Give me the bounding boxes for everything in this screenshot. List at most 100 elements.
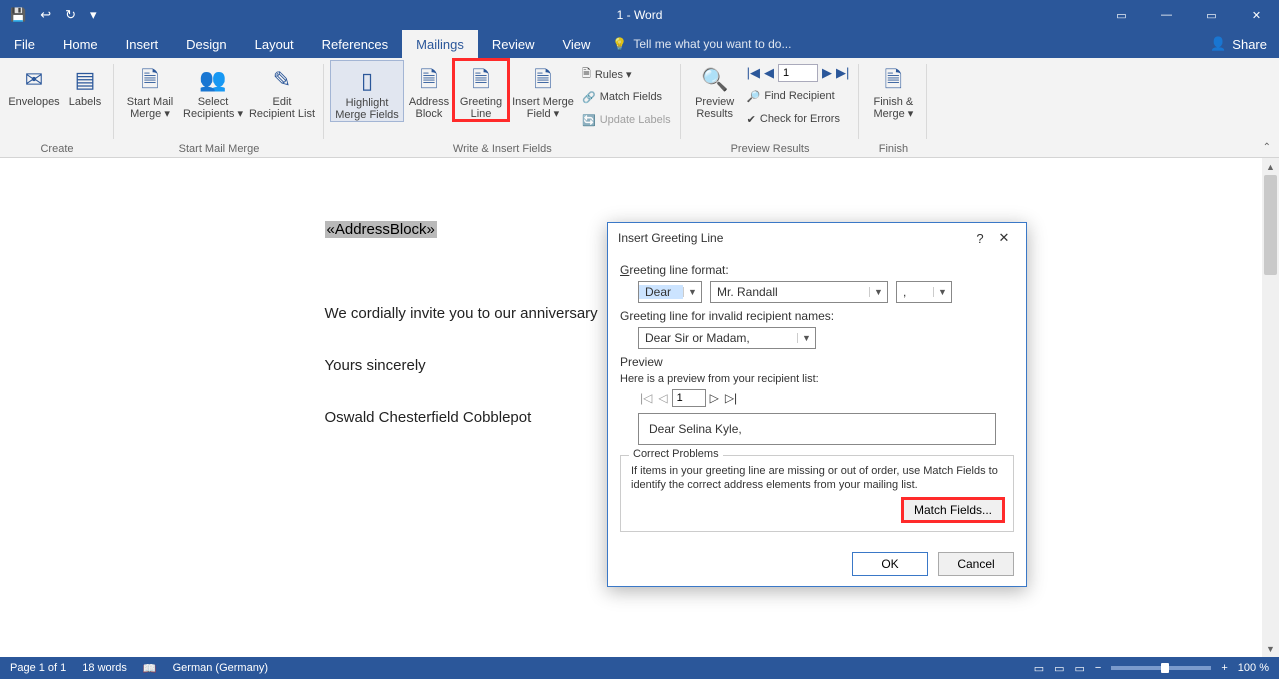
proofing-icon[interactable]: 📖 — [143, 662, 157, 675]
rules-icon: 🗎 — [582, 65, 591, 84]
rules-button[interactable]: 🗎Rules ▾ — [582, 64, 671, 84]
tab-design[interactable]: Design — [172, 30, 240, 58]
page-status[interactable]: Page 1 of 1 — [10, 662, 66, 674]
preview-last-icon[interactable]: ▷| — [723, 391, 739, 405]
qat-customize-icon[interactable]: ▾ — [90, 7, 97, 23]
address-block-field[interactable]: «AddressBlock» — [325, 221, 437, 238]
group-write-insert: ▯ Highlight Merge Fields 🗎 Address Block… — [324, 58, 681, 157]
name-format-value: Mr. Randall — [711, 285, 869, 299]
finish-merge-button[interactable]: 🗎 Finish & Merge ▾ — [865, 60, 921, 120]
quick-access-toolbar: 💾 ↩ ↻ ▾ — [0, 7, 97, 23]
find-icon: 🔎 — [747, 90, 761, 103]
invalid-greeting-combo[interactable]: Dear Sir or Madam, ▼ — [638, 327, 816, 349]
address-block-button[interactable]: 🗎 Address Block — [404, 60, 454, 120]
invalid-names-label: Greeting line for invalid recipient name… — [620, 309, 1014, 323]
select-recipients-label: Select Recipients ▾ — [183, 96, 243, 120]
find-recipient-button[interactable]: 🔎Find Recipient — [747, 86, 850, 106]
zoom-slider[interactable] — [1111, 666, 1211, 670]
name-format-combo[interactable]: Mr. Randall ▼ — [710, 281, 888, 303]
start-mail-merge-button[interactable]: 🗎 Start Mail Merge ▾ — [120, 60, 180, 120]
undo-icon[interactable]: ↩ — [40, 7, 51, 23]
check-errors-button[interactable]: ✔Check for Errors — [747, 109, 850, 129]
record-number-input[interactable] — [778, 64, 818, 82]
word-count[interactable]: 18 words — [82, 662, 127, 674]
last-record-icon[interactable]: ▶| — [836, 65, 849, 81]
minimize-icon[interactable]: — — [1144, 0, 1189, 30]
preview-first-icon[interactable]: |◁ — [638, 391, 654, 405]
preview-caption: Here is a preview from your recipient li… — [620, 373, 1014, 385]
scroll-down-icon[interactable]: ▼ — [1262, 640, 1279, 657]
read-mode-icon[interactable]: ▭ — [1034, 662, 1044, 675]
tell-me-placeholder: Tell me what you want to do... — [633, 37, 791, 51]
vertical-scrollbar[interactable]: ▲ ▼ — [1262, 158, 1279, 657]
greeting-line-button[interactable]: 🗎 Greeting Line — [454, 60, 508, 120]
punctuation-combo[interactable]: , ▼ — [896, 281, 952, 303]
first-record-icon[interactable]: |◀ — [747, 65, 760, 81]
preview-results-button[interactable]: 🔍 Preview Results — [687, 60, 743, 129]
preview-results-label: Preview Results — [695, 96, 734, 120]
preview-index-input[interactable] — [672, 389, 706, 407]
dialog-title: Insert Greeting Line — [618, 231, 723, 245]
ribbon-options-icon[interactable]: ▭ — [1099, 0, 1144, 30]
web-layout-icon[interactable]: ▭ — [1075, 662, 1085, 675]
ribbon-tabs: File Home Insert Design Layout Reference… — [0, 30, 1279, 58]
tell-me-search[interactable]: 💡 Tell me what you want to do... — [612, 37, 791, 51]
find-recipient-label: Find Recipient — [764, 90, 834, 102]
ok-button[interactable]: OK — [852, 552, 928, 576]
preview-box: Dear Selina Kyle, — [638, 413, 996, 445]
share-icon: 👤 — [1210, 36, 1226, 52]
redo-icon[interactable]: ↻ — [65, 7, 76, 23]
save-icon[interactable]: 💾 — [10, 7, 26, 23]
chevron-down-icon: ▼ — [869, 287, 887, 297]
preview-next-icon[interactable]: ▷ — [708, 391, 721, 405]
print-layout-icon[interactable]: ▭ — [1054, 662, 1064, 675]
match-fields-dialog-button[interactable]: Match Fields... — [903, 499, 1003, 521]
tab-references[interactable]: References — [308, 30, 402, 58]
share-button[interactable]: 👤 Share — [1210, 36, 1267, 52]
tab-layout[interactable]: Layout — [241, 30, 308, 58]
cancel-button[interactable]: Cancel — [938, 552, 1014, 576]
highlight-merge-fields-button[interactable]: ▯ Highlight Merge Fields — [330, 60, 404, 122]
select-recipients-button[interactable]: 👥 Select Recipients ▾ — [180, 60, 246, 120]
dialog-close-icon[interactable]: ✕ — [992, 230, 1016, 246]
chevron-down-icon: ▼ — [683, 287, 701, 297]
tab-mailings[interactable]: Mailings — [402, 30, 478, 58]
match-fields-button[interactable]: 🔗Match Fields — [582, 87, 671, 107]
prev-record-icon[interactable]: ◀ — [764, 65, 774, 81]
next-record-icon[interactable]: ▶ — [822, 65, 832, 81]
match-fields-icon: 🔗 — [582, 91, 596, 104]
invalid-greeting-value: Dear Sir or Madam, — [639, 331, 797, 345]
check-errors-label: Check for Errors — [760, 113, 840, 125]
tab-view[interactable]: View — [548, 30, 604, 58]
scroll-up-icon[interactable]: ▲ — [1262, 158, 1279, 175]
greeting-line-icon: 🗎 — [465, 64, 497, 96]
edit-recipient-list-button[interactable]: ✎ Edit Recipient List — [246, 60, 318, 120]
close-window-icon[interactable]: ✕ — [1234, 0, 1279, 30]
scroll-thumb[interactable] — [1264, 175, 1277, 275]
zoom-out-icon[interactable]: − — [1095, 662, 1101, 674]
tab-insert[interactable]: Insert — [112, 30, 173, 58]
preview-prev-icon[interactable]: ◁ — [656, 391, 669, 405]
dialog-help-icon[interactable]: ? — [968, 231, 992, 246]
language-status[interactable]: German (Germany) — [173, 662, 268, 674]
collapse-ribbon-icon[interactable]: ⌃ — [1263, 142, 1271, 153]
envelope-icon: ✉ — [18, 64, 50, 96]
insert-merge-field-button[interactable]: 🗎 Insert Merge Field ▾ — [508, 60, 578, 120]
zoom-in-icon[interactable]: + — [1221, 662, 1227, 674]
labels-button[interactable]: ▤ Labels — [62, 60, 108, 108]
tab-home[interactable]: Home — [49, 30, 112, 58]
maximize-icon[interactable]: ▭ — [1189, 0, 1234, 30]
zoom-level[interactable]: 100 % — [1238, 662, 1269, 674]
preview-text: Dear Selina Kyle, — [649, 422, 742, 436]
tab-review[interactable]: Review — [478, 30, 549, 58]
salutation-combo[interactable]: Dear ▼ — [638, 281, 702, 303]
envelopes-button[interactable]: ✉ Envelopes — [6, 60, 62, 108]
tab-file[interactable]: File — [0, 30, 49, 58]
share-label: Share — [1232, 37, 1267, 52]
document-icon: 🗎 — [134, 64, 166, 96]
dialog-buttons: OK Cancel — [608, 542, 1026, 586]
labels-icon: ▤ — [69, 64, 101, 96]
group-create-label: Create — [6, 143, 108, 157]
envelopes-label: Envelopes — [8, 96, 59, 108]
correct-problems-legend: Correct Problems — [629, 448, 723, 460]
